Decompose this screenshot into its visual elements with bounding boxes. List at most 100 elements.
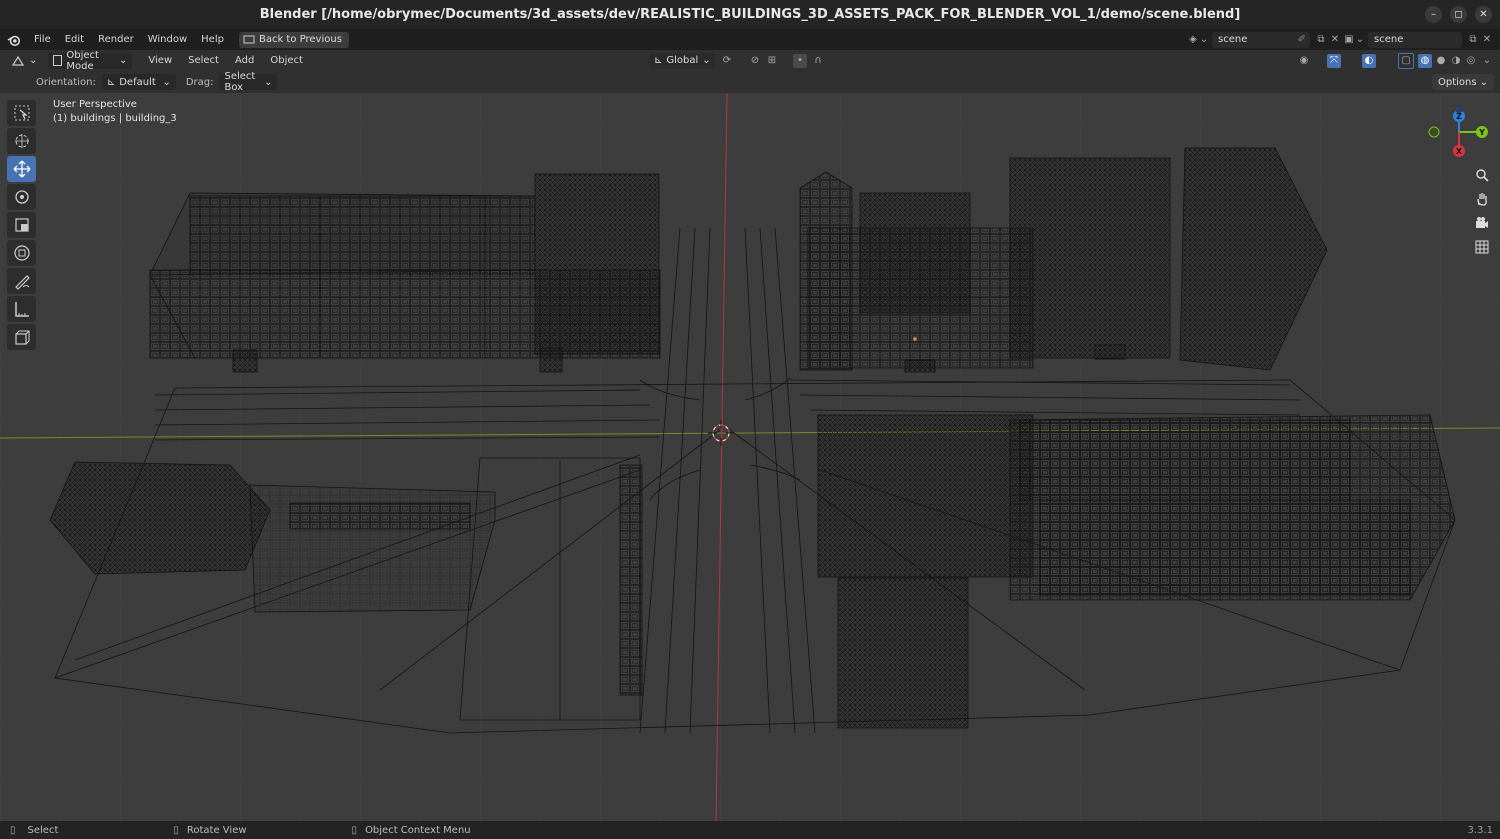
- orientation-value: Default: [119, 76, 156, 88]
- active-object-label: (1) buildings | building_3: [53, 113, 177, 124]
- gizmo-x-label: X: [1456, 147, 1463, 156]
- back-to-previous-button[interactable]: Back to Previous: [238, 31, 349, 48]
- ortho-toggle-button[interactable]: [1471, 236, 1493, 258]
- 3d-viewport[interactable]: User Perspective (1) buildings | buildin…: [0, 93, 1500, 821]
- falloff-icon[interactable]: ∩: [811, 54, 825, 68]
- menu-edit[interactable]: Edit: [58, 34, 91, 45]
- navigation-gizmo[interactable]: Z Y X: [1423, 104, 1493, 164]
- options-dropdown[interactable]: Options ⌄: [1432, 74, 1494, 90]
- new-view-layer-icon[interactable]: ⧉: [1466, 33, 1480, 47]
- transform-tool[interactable]: [7, 240, 36, 266]
- zoom-icon: [1476, 169, 1489, 182]
- rendered-shading-icon[interactable]: ◎: [1464, 54, 1478, 68]
- add-cube-icon: [14, 330, 29, 345]
- drag-value: Select Box: [224, 71, 256, 93]
- editor-type-dropdown[interactable]: ⌄: [6, 53, 42, 69]
- menu-select[interactable]: Select: [180, 55, 227, 66]
- drag-dropdown[interactable]: Select Box ⌄: [219, 71, 278, 93]
- version-label: 3.3.1: [1467, 824, 1493, 836]
- scene-name-field[interactable]: scene ✐: [1212, 31, 1310, 48]
- rotate-icon: [14, 190, 29, 204]
- options-label: Options: [1438, 76, 1477, 88]
- solid-shading-icon[interactable]: ●: [1434, 54, 1448, 68]
- gizmo-y-label: Y: [1478, 128, 1485, 137]
- mode-label: Object Mode: [66, 49, 99, 72]
- annotate-icon: [14, 275, 30, 290]
- orientation-dropdown[interactable]: ⊾ Default ⌄: [101, 74, 176, 90]
- chevron-down-icon: ⌄: [264, 76, 273, 88]
- status-bar: ▯ Select ▯ Rotate View ▯ Object Context …: [0, 821, 1500, 839]
- camera-icon: [1476, 217, 1488, 228]
- window-title: Blender [/home/obrymec/Documents/3d_asse…: [259, 7, 1241, 22]
- scene-wireframe: [0, 93, 1500, 821]
- select-box-tool[interactable]: [7, 100, 36, 126]
- proportional-edit-icon[interactable]: •: [793, 53, 807, 68]
- menu-file[interactable]: File: [27, 34, 58, 45]
- move-icon: [13, 160, 30, 178]
- minimize-button[interactable]: –: [1425, 6, 1442, 23]
- scale-tool[interactable]: [7, 212, 36, 238]
- menu-help[interactable]: Help: [194, 34, 231, 45]
- drag-label: Drag:: [185, 76, 214, 88]
- new-scene-icon[interactable]: ⧉: [1314, 33, 1328, 47]
- view-layer-icon[interactable]: ▣: [1342, 33, 1356, 47]
- title-bar: Blender [/home/obrymec/Documents/3d_asse…: [0, 0, 1500, 29]
- cursor-icon: [14, 134, 29, 148]
- scene-name-text: scene: [1218, 34, 1248, 45]
- visibility-icon[interactable]: ◉: [1297, 54, 1311, 68]
- menu-window[interactable]: Window: [141, 34, 194, 45]
- orientation-icon: ⊾: [654, 55, 663, 66]
- delete-scene-icon[interactable]: ✕: [1328, 33, 1342, 47]
- pivot-icon[interactable]: ⟳: [720, 54, 734, 68]
- hand-icon: [1477, 193, 1487, 206]
- tool-settings-header: Orientation: ⊾ Default ⌄ Drag: Select Bo…: [0, 71, 1500, 93]
- close-button[interactable]: ✕: [1475, 6, 1492, 23]
- move-tool[interactable]: [7, 156, 36, 182]
- scene-selector: ◈ ⌄ scene ✐ ⧉ ✕: [1186, 31, 1342, 48]
- object-mode-icon: [53, 55, 63, 66]
- add-cube-tool[interactable]: [7, 324, 36, 350]
- scene-icon[interactable]: ◈: [1186, 33, 1200, 47]
- transform-orientation-dropdown[interactable]: ⊾ Global ⌄: [649, 52, 715, 69]
- grid-icon: [1475, 240, 1489, 254]
- rotate-tool[interactable]: [7, 184, 36, 210]
- back-to-previous-label: Back to Previous: [258, 34, 342, 45]
- delete-view-layer-icon[interactable]: ✕: [1480, 33, 1494, 47]
- wireframe-shading-icon[interactable]: ◍: [1418, 53, 1432, 68]
- camera-view-button[interactable]: [1471, 212, 1493, 234]
- xray-toggle-icon[interactable]: ▢: [1398, 52, 1414, 69]
- cursor-tool[interactable]: [7, 128, 36, 154]
- chevron-down-icon: ⌄: [1199, 34, 1209, 45]
- screen-icon: [243, 35, 255, 43]
- overlay-toggle-icon[interactable]: ◐: [1362, 53, 1376, 68]
- material-shading-icon[interactable]: ◑: [1449, 54, 1463, 68]
- snap-icon[interactable]: ⊘: [748, 54, 762, 68]
- chevron-down-icon: ⌄: [162, 76, 171, 88]
- menu-add[interactable]: Add: [227, 55, 262, 66]
- gizmo-toggle-icon[interactable]: ⤧: [1327, 53, 1341, 68]
- view-layer-name-field[interactable]: scene: [1368, 31, 1462, 48]
- mouse-left-icon: ▯: [10, 824, 16, 836]
- menu-view[interactable]: View: [140, 55, 180, 66]
- measure-tool[interactable]: [7, 296, 36, 322]
- blender-logo-icon[interactable]: [7, 33, 21, 47]
- chevron-down-icon[interactable]: ⌄: [1480, 54, 1494, 68]
- zoom-button[interactable]: [1471, 164, 1493, 186]
- measure-icon: [14, 302, 29, 317]
- annotate-tool[interactable]: [7, 268, 36, 294]
- menu-object[interactable]: Object: [262, 55, 311, 66]
- chevron-down-icon: ⌄: [119, 55, 128, 66]
- transform-icon: [13, 245, 30, 261]
- snap-target-icon[interactable]: ⊞: [765, 54, 779, 68]
- perspective-label: User Perspective: [53, 99, 137, 110]
- menu-render[interactable]: Render: [91, 34, 141, 45]
- scale-icon: [14, 218, 29, 232]
- view-layer-selector: ▣ ⌄ scene ⧉ ✕: [1342, 31, 1494, 48]
- mode-dropdown[interactable]: Object Mode ⌄: [48, 49, 133, 72]
- cursor-select-icon: [14, 105, 29, 121]
- pin-icon[interactable]: ✐: [1298, 34, 1306, 45]
- pan-button[interactable]: [1471, 188, 1493, 210]
- chevron-down-icon: ⌄: [1479, 76, 1488, 88]
- transform-orientation-label: Global: [666, 55, 699, 66]
- maximize-button[interactable]: ◻: [1450, 6, 1467, 23]
